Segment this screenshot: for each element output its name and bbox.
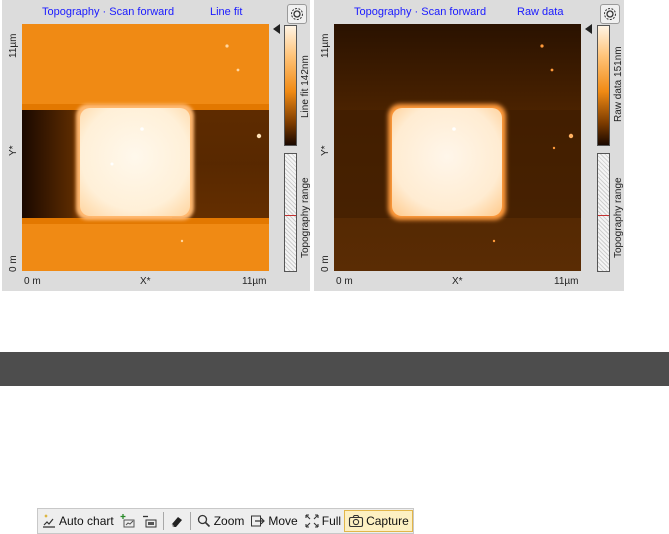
full-button[interactable]: Full (301, 510, 344, 532)
eraser-button[interactable] (166, 510, 188, 532)
left-y-min-label: 0 m (8, 255, 19, 272)
move-label: Move (268, 514, 298, 528)
right-colorbar-pointer-icon[interactable] (585, 24, 592, 34)
right-settings-gear-icon[interactable] (600, 4, 620, 24)
right-x-min-label: 0 m (336, 276, 353, 287)
left-panel-title: Topography · Scan forward (42, 6, 175, 18)
toolbar-separator (162, 512, 164, 530)
left-y-max-label: 11µm (8, 33, 19, 58)
right-colorbar (597, 25, 610, 146)
right-x-axis-label: X* (452, 276, 463, 287)
right-y-min-label: 0 m (320, 255, 331, 272)
left-colorbar-label: Line fit 142nm (300, 55, 311, 118)
left-colorbar-pointer-icon[interactable] (273, 24, 280, 34)
add-chart-button[interactable] (117, 510, 139, 532)
capture-label: Capture (366, 514, 409, 528)
move-button[interactable]: Move (247, 510, 300, 532)
left-topography-image[interactable] (22, 24, 269, 271)
remove-chart-button[interactable] (139, 510, 161, 532)
left-settings-gear-icon[interactable] (287, 4, 307, 24)
left-range-label: Topography range (300, 177, 311, 258)
left-x-axis-label: X* (140, 276, 151, 287)
right-y-max-label: 11µm (320, 33, 331, 58)
add-chart-icon (120, 513, 136, 529)
right-x-max-label: 11µm (554, 276, 579, 287)
camera-icon (348, 513, 364, 529)
section-divider-bar (0, 352, 669, 386)
full-extent-icon (304, 513, 320, 529)
right-panel-mode[interactable]: Raw data (517, 6, 563, 18)
right-range-label: Topography range (613, 177, 624, 258)
right-colorbar-label: Raw data 151nm (613, 46, 624, 122)
right-image-panel: Topography · Scan forward Raw data 11µm … (314, 0, 624, 291)
capture-button[interactable]: Capture (344, 510, 413, 532)
auto-chart-icon (41, 513, 57, 529)
eraser-icon (169, 513, 185, 529)
zoom-button[interactable]: Zoom (193, 510, 248, 532)
left-range-marker[interactable] (285, 215, 296, 216)
left-colorbar (284, 25, 297, 146)
chart-toolbar: Auto chart Zoom Move Full Capture (37, 508, 414, 534)
full-label: Full (321, 514, 342, 528)
auto-chart-label: Auto chart (59, 514, 114, 528)
left-image-panel: Topography · Scan forward Line fit 11µm … (2, 0, 311, 291)
zoom-label: Zoom (213, 514, 245, 528)
right-panel-title: Topography · Scan forward (354, 6, 487, 18)
toolbar-separator (189, 512, 191, 530)
left-panel-mode[interactable]: Line fit (210, 6, 242, 18)
magnifier-icon (196, 513, 212, 529)
left-x-min-label: 0 m (24, 276, 41, 287)
right-y-axis-label: Y* (320, 145, 331, 156)
left-y-axis-label: Y* (8, 145, 19, 156)
move-arrow-icon (250, 513, 266, 529)
auto-chart-button[interactable]: Auto chart (38, 510, 117, 532)
left-x-max-label: 11µm (242, 276, 267, 287)
right-range-marker[interactable] (598, 215, 609, 216)
left-topography-range[interactable] (284, 153, 297, 272)
remove-chart-icon (142, 513, 158, 529)
right-topography-image[interactable] (334, 24, 581, 271)
right-topography-range[interactable] (597, 153, 610, 272)
